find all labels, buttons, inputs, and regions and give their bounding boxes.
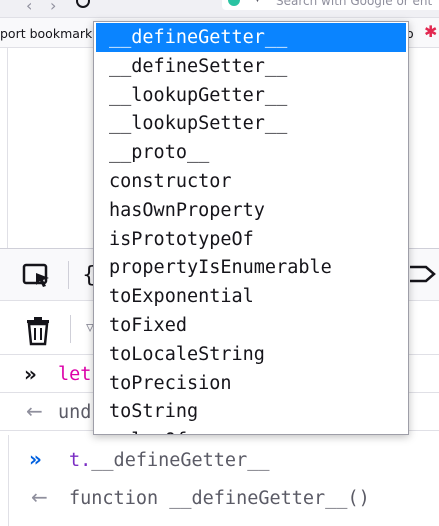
autocomplete-item[interactable]: toLocaleString xyxy=(96,340,406,369)
autocomplete-item[interactable]: valueOf xyxy=(96,426,406,434)
autocomplete-item[interactable]: isPrototypeOf xyxy=(96,225,406,254)
prompt-chevron-icon: » xyxy=(29,447,42,471)
forward-arrow-icon[interactable]: › xyxy=(50,0,56,15)
console-input-field[interactable]: t.__defineGetter__ xyxy=(69,450,270,471)
autocomplete-item[interactable]: propertyIsEnumerable xyxy=(96,253,406,282)
autocomplete-item[interactable]: toFixed xyxy=(96,311,406,340)
chevron-down-icon[interactable]: ▼ xyxy=(254,0,261,4)
divider xyxy=(70,315,71,343)
divider xyxy=(7,48,8,248)
console-input[interactable]: » t.__defineGetter__ ← function __define… xyxy=(8,435,439,526)
url-input[interactable]: Search with Google or ent xyxy=(276,0,432,8)
bookmark-import[interactable]: port bookmark xyxy=(0,26,92,41)
eager-evaluation-preview: function __defineGetter__() xyxy=(69,488,370,509)
divider xyxy=(68,261,69,289)
bookmark-favicon-icon[interactable]: ✱ xyxy=(424,22,437,41)
console-output-text: und xyxy=(58,402,92,423)
autocomplete-item[interactable]: __defineGetter__ xyxy=(96,23,406,52)
input-chevron-icon: » xyxy=(24,362,37,386)
reload-icon[interactable] xyxy=(76,0,90,8)
autocomplete-item[interactable]: __defineSetter__ xyxy=(96,52,406,81)
autocomplete-item[interactable]: __proto__ xyxy=(96,138,406,167)
autocomplete-item[interactable]: hasOwnProperty xyxy=(96,196,406,225)
back-arrow-icon[interactable]: ‹ xyxy=(26,0,32,15)
overflow-menu-icon[interactable] xyxy=(408,261,438,287)
autocomplete-popup: __defineGetter__ __defineSetter__ __lookup… xyxy=(93,21,409,435)
preview-arrow-icon: ← xyxy=(31,485,48,509)
console-input-text: let xyxy=(58,364,92,385)
trash-icon[interactable] xyxy=(24,316,52,346)
autocomplete-item[interactable]: toExponential xyxy=(96,282,406,311)
input-object: t. xyxy=(69,450,92,471)
element-picker-icon[interactable] xyxy=(22,263,52,289)
browser-toolbar: ‹ › ▼ Search with Google or ent xyxy=(0,0,439,18)
output-arrow-icon: ← xyxy=(26,399,43,423)
autocomplete-item[interactable]: __lookupSetter__ xyxy=(96,109,406,138)
autocomplete-item[interactable]: constructor xyxy=(96,167,406,196)
autocomplete-item[interactable]: toString xyxy=(96,397,406,426)
autocomplete-item[interactable]: toPrecision xyxy=(96,369,406,398)
autocomplete-item[interactable]: __lookupGetter__ xyxy=(96,81,406,110)
input-completion: __defineGetter__ xyxy=(91,450,270,471)
